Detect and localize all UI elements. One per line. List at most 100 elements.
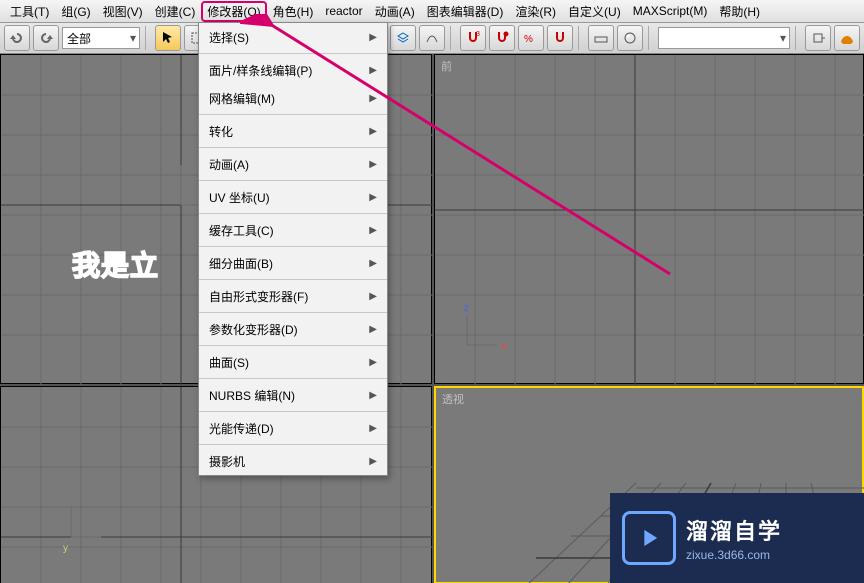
dropdown-separator [199, 312, 387, 313]
dropdown-item[interactable]: UV 坐标(U) ▶ [199, 183, 387, 211]
toolbar-separator [648, 26, 653, 50]
submenu-arrow-icon: ▶ [369, 65, 377, 76]
named-selection-dropdown[interactable] [658, 27, 790, 49]
select-arrow-button[interactable] [155, 25, 181, 51]
dropdown-separator [199, 411, 387, 412]
submenu-arrow-icon: ▶ [369, 291, 377, 302]
svg-text:y: y [63, 543, 68, 554]
dropdown-item[interactable]: 面片/样条线编辑(P) ▶ [199, 56, 387, 84]
viewport-label-front: 前 [441, 58, 452, 74]
submenu-arrow-icon: ▶ [369, 423, 377, 434]
dropdown-item-label: 动画(A) [209, 156, 249, 173]
angle-snap-button[interactable] [489, 25, 515, 51]
dropdown-item[interactable]: 转化 ▶ [199, 117, 387, 145]
menu-help[interactable]: 帮助(H) [713, 1, 766, 22]
svg-text:z: z [464, 303, 469, 314]
dropdown-item-label: UV 坐标(U) [209, 189, 270, 206]
dropdown-item[interactable]: 参数化变形器(D) ▶ [199, 315, 387, 343]
dropdown-item[interactable]: 网格编辑(M)▶ [199, 84, 387, 112]
dropdown-separator [199, 180, 387, 181]
curve-editor-button[interactable] [419, 25, 445, 51]
render-scene-button[interactable] [834, 25, 860, 51]
menu-modifiers[interactable]: 修改器(O) [201, 1, 266, 22]
toolbar-separator [578, 26, 583, 50]
dropdown-item-label: 自由形式变形器(F) [209, 288, 308, 305]
menu-tools[interactable]: 工具(T) [4, 1, 55, 22]
submenu-arrow-icon: ▶ [369, 357, 377, 368]
submenu-arrow-icon: ▶ [369, 258, 377, 269]
dropdown-separator [199, 147, 387, 148]
dropdown-separator [199, 53, 387, 54]
menu-create[interactable]: 创建(C) [149, 1, 202, 22]
dropdown-item[interactable]: 选择(S) ▶ [199, 23, 387, 51]
dropdown-item[interactable]: 摄影机 ▶ [199, 447, 387, 475]
dropdown-item-label: 细分曲面(B) [209, 255, 273, 272]
material-editor-button[interactable] [617, 25, 643, 51]
undo-button[interactable] [4, 25, 30, 51]
submenu-arrow-icon: ▶ [369, 456, 377, 467]
dropdown-item[interactable]: 细分曲面(B) ▶ [199, 249, 387, 277]
dropdown-separator [199, 114, 387, 115]
menu-character[interactable]: 角色(H) [267, 1, 320, 22]
spinner-snap-button[interactable] [547, 25, 573, 51]
dropdown-item[interactable]: 曲面(S) ▶ [199, 348, 387, 376]
dropdown-item-label: 选择(S) [209, 29, 249, 46]
dropdown-item-label: 曲面(S) [209, 354, 249, 371]
percent-snap-button[interactable]: % [518, 25, 544, 51]
menu-customize[interactable]: 自定义(U) [562, 1, 627, 22]
svg-text:%: % [524, 34, 533, 45]
play-icon [622, 511, 676, 565]
dropdown-item[interactable]: 自由形式变形器(F) ▶ [199, 282, 387, 310]
dropdown-item-label: 转化 [209, 123, 233, 140]
menu-render[interactable]: 渲染(R) [509, 1, 562, 22]
selection-filter-dropdown[interactable]: 全部 [62, 27, 140, 49]
dropdown-item-label: 光能传递(D) [209, 420, 274, 437]
svg-text:3: 3 [476, 31, 480, 38]
dropdown-item-label: 参数化变形器(D) [209, 321, 298, 338]
toolbar-separator [795, 26, 800, 50]
dropdown-item-label: 摄影机 [209, 453, 245, 470]
snap-toggle-button[interactable]: 3 [460, 25, 486, 51]
dropdown-item[interactable]: 光能传递(D) ▶ [199, 414, 387, 442]
submenu-arrow-icon: ▶ [369, 324, 377, 335]
modifiers-dropdown: 选择(S)▶面片/样条线编辑(P)▶网格编辑(M)▶转化▶动画(A)▶UV 坐标… [198, 22, 388, 476]
svg-text:x: x [501, 341, 506, 352]
dropdown-separator [199, 345, 387, 346]
selection-filter-label: 全部 [67, 30, 91, 47]
dropdown-separator [199, 213, 387, 214]
submenu-arrow-icon: ▶ [369, 225, 377, 236]
dropdown-separator [199, 279, 387, 280]
submenu-arrow-icon: ▶ [369, 192, 377, 203]
viewport-front[interactable]: 前 x z [434, 54, 864, 384]
viewport-label-perspective: 透视 [442, 391, 464, 407]
menu-reactor[interactable]: reactor [319, 2, 368, 20]
toolbar-separator [145, 26, 150, 50]
dropdown-item-label: 缓存工具(C) [209, 222, 274, 239]
watermark-badge: 溜溜自学 zixue.3d66.com [610, 493, 864, 583]
dropdown-item-label: 网格编辑(M) [209, 90, 275, 107]
menu-maxscript[interactable]: MAXScript(M) [627, 2, 714, 20]
dropdown-item[interactable]: 缓存工具(C) ▶ [199, 216, 387, 244]
main-toolbar: 全部 3 % [0, 23, 864, 54]
dropdown-item-label: NURBS 编辑(N) [209, 387, 295, 404]
layer-button[interactable] [390, 25, 416, 51]
quick-render-button[interactable] [805, 25, 831, 51]
schematic-view-button[interactable] [588, 25, 614, 51]
dropdown-item[interactable]: NURBS 编辑(N) ▶ [199, 381, 387, 409]
viewport-grid: x z [435, 55, 864, 385]
badge-title: 溜溜自学 [686, 514, 782, 546]
submenu-arrow-icon: ▶ [369, 126, 377, 137]
menu-group[interactable]: 组(G) [55, 1, 96, 22]
dropdown-separator [199, 246, 387, 247]
submenu-arrow-icon: ▶ [369, 32, 377, 43]
menu-animation[interactable]: 动画(A) [369, 1, 421, 22]
menu-view[interactable]: 视图(V) [97, 1, 149, 22]
dropdown-item-label: 面片/样条线编辑(P) [209, 62, 312, 79]
menu-graph-editor[interactable]: 图表编辑器(D) [421, 1, 510, 22]
badge-subtitle: zixue.3d66.com [686, 548, 782, 562]
menu-bar: 工具(T) 组(G) 视图(V) 创建(C) 修改器(O) 角色(H) reac… [0, 0, 864, 23]
dropdown-item[interactable]: 动画(A)▶ [199, 150, 387, 178]
submenu-arrow-icon: ▶ [369, 390, 377, 401]
toolbar-separator [450, 26, 455, 50]
redo-button[interactable] [33, 25, 59, 51]
